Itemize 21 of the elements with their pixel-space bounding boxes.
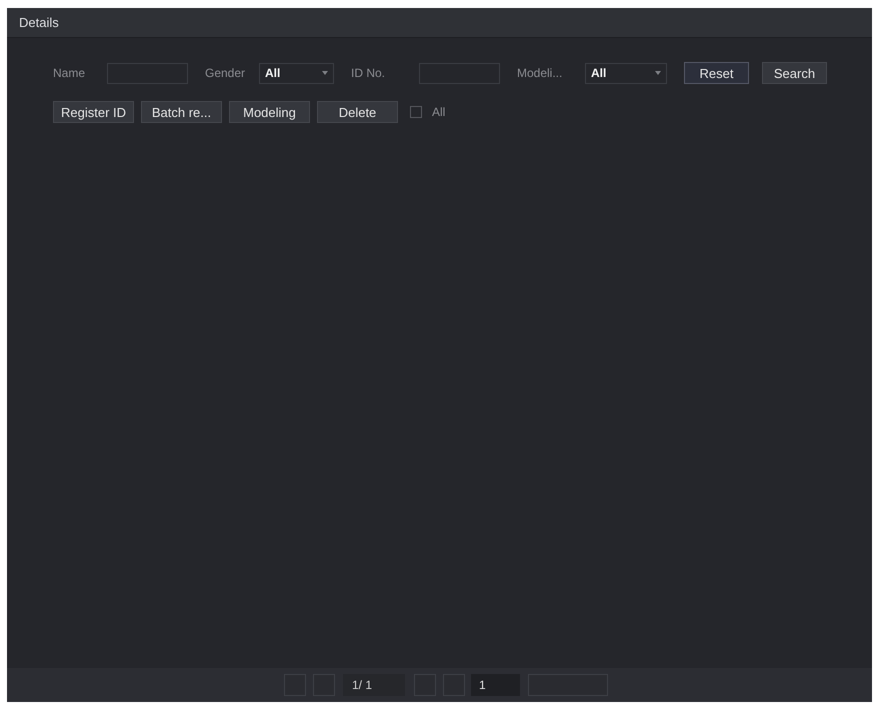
action-button[interactable]: Batch re... <box>141 101 222 123</box>
field-label: Name <box>53 66 86 80</box>
search-button[interactable]: Search <box>762 62 827 84</box>
input-field[interactable] <box>419 62 500 84</box>
input-field[interactable] <box>107 62 188 84</box>
checkbox-label: All <box>432 105 446 119</box>
reset-button[interactable]: Reset <box>684 62 749 84</box>
field-label: ID No. <box>351 66 386 80</box>
caret-icon <box>322 71 328 75</box>
window-title: Details <box>19 15 59 30</box>
action-button[interactable]: Modeling <box>229 101 310 123</box>
page-input[interactable]: 1 <box>471 674 520 696</box>
dropdown[interactable]: All <box>259 62 334 84</box>
dropdown[interactable]: All <box>585 62 667 84</box>
page-indicator: 1/ 1 <box>343 674 405 696</box>
action-button[interactable]: Register ID <box>53 101 134 123</box>
action-button[interactable]: Delete <box>317 101 398 123</box>
caret-icon <box>655 71 661 75</box>
checkbox[interactable] <box>410 106 422 118</box>
field-label: Gender <box>205 66 246 80</box>
field-label: Modeli... <box>517 66 564 80</box>
